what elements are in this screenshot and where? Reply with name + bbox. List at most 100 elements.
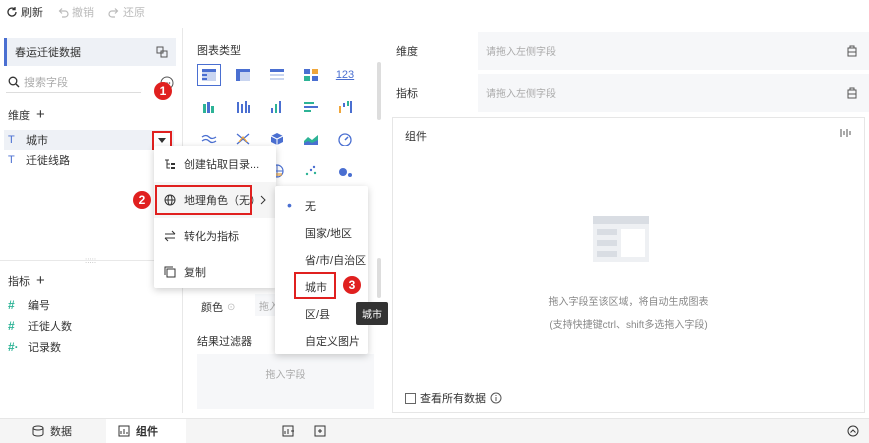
menu-item-label: 创建钻取目录... (184, 159, 260, 171)
detail-table-icon[interactable] (265, 64, 289, 86)
submenu-label: 国家/地区 (305, 227, 353, 240)
number-type-icon: # (8, 319, 15, 333)
metric-placeholder: 请拖入左侧字段 (486, 89, 556, 100)
text-type-icon: T (8, 134, 15, 146)
add-dimension-icon[interactable]: + (36, 106, 45, 123)
area-chart-icon[interactable] (299, 128, 323, 150)
resize-handle[interactable]: ::::: (85, 256, 96, 265)
refresh-button[interactable]: 刷新 (6, 4, 43, 20)
menu-create-drill[interactable]: 创建钻取目录... (154, 146, 276, 182)
kpi-card-icon[interactable] (299, 64, 323, 86)
submenu-district[interactable]: 区/县 (275, 300, 368, 327)
dataset-selector[interactable]: 春运迁徙数据 (4, 38, 176, 66)
table-chart-icon[interactable] (197, 64, 221, 86)
dimension-shelf-label: 维度 (396, 45, 418, 58)
metric-section-label: 指标 (8, 275, 30, 288)
selected-dot-icon: • (287, 197, 292, 213)
chart-component-icon (118, 425, 130, 437)
step-badge-3: 3 (343, 276, 361, 294)
column-settings-icon[interactable] (840, 128, 852, 138)
color-setting: 颜色 ⊙ (201, 299, 235, 315)
filter-drop-zone[interactable]: 拖入字段 (197, 354, 374, 409)
submenu-custom-image[interactable]: 自定义图片 (275, 327, 368, 354)
view-all-label: 查看所有数据 (420, 393, 486, 405)
metric-drop-zone[interactable]: 请拖入左侧字段 (478, 73, 869, 112)
bar-chart-icon[interactable] (299, 96, 323, 118)
search-icon (8, 76, 20, 88)
metric-field[interactable]: #· 记录数 (8, 337, 61, 357)
scatter-chart-icon[interactable] (299, 160, 323, 182)
waterfall-chart-icon[interactable] (333, 96, 357, 118)
tab-component-label: 组件 (136, 426, 158, 438)
empty-hint-shortcut: (支持快捷键ctrl、shift多选拖入字段) (549, 320, 708, 331)
caret-down-icon (158, 137, 166, 144)
number-type-icon: # (8, 298, 15, 312)
chart-type-title: 图表类型 (197, 45, 241, 57)
tab-data[interactable]: 数据 (0, 419, 106, 443)
field-search-row (6, 72, 174, 94)
submenu-province[interactable]: 省/市/自治区 (275, 246, 368, 273)
redo-icon (108, 6, 120, 18)
dimension-placeholder: 请拖入左侧字段 (486, 47, 556, 58)
info-icon[interactable] (490, 392, 502, 404)
dimension-field-city[interactable]: T 城市 (4, 130, 174, 150)
help-icon: ⊙ (227, 301, 236, 313)
switch-dataset-icon[interactable] (156, 46, 168, 58)
dimension-field-route[interactable]: T 迁徙线路 (4, 150, 174, 170)
grouped-bar-icon[interactable] (197, 96, 221, 118)
field-label: 编号 (28, 300, 50, 312)
submenu-country[interactable]: 国家/地区 (275, 219, 368, 246)
refresh-icon (6, 6, 18, 18)
config-scrollbar[interactable] (377, 258, 381, 298)
copy-icon (164, 266, 176, 278)
sort-settings-icon[interactable] (845, 86, 859, 100)
component-label: 组件 (405, 131, 427, 143)
metric-field[interactable]: # 编号 (8, 295, 50, 315)
empty-chart-illustration (593, 216, 649, 265)
metric-field[interactable]: # 迁徙人数 (8, 316, 72, 336)
column-chart-icon[interactable] (265, 96, 289, 118)
bubble-chart-icon[interactable] (333, 160, 357, 182)
submenu-label: 区/县 (305, 308, 331, 321)
field-label: 城市 (26, 135, 48, 147)
dimension-drop-zone[interactable]: 请拖入左侧字段 (478, 31, 869, 70)
step-badge-1: 1 (154, 82, 172, 100)
undo-label: 撤销 (72, 7, 94, 19)
undo-button[interactable]: 撤销 (57, 4, 94, 20)
redo-button[interactable]: 还原 (108, 4, 145, 20)
tab-component[interactable]: 组件 (106, 418, 186, 443)
tab-data-label: 数据 (50, 426, 72, 438)
refresh-label: 刷新 (21, 7, 43, 19)
dimension-shelf: 维度 请拖入左侧字段 (390, 31, 869, 70)
stacked-bar-icon[interactable] (231, 96, 255, 118)
search-input[interactable] (6, 73, 141, 93)
menu-copy[interactable]: 复制 (154, 254, 276, 290)
cross-table-icon[interactable] (231, 64, 255, 86)
color-label: 颜色 (201, 302, 223, 314)
dimension-section-header: 维度 + (8, 106, 45, 123)
drill-tree-icon (164, 158, 176, 170)
collapse-up-icon[interactable] (847, 425, 859, 437)
add-metric-icon[interactable]: + (36, 272, 45, 289)
result-filter-label: 结果过滤器 (197, 336, 252, 348)
chart-type-scrollbar[interactable] (377, 62, 381, 120)
submenu-label: 自定义图片 (305, 335, 360, 348)
add-component-icon[interactable] (282, 425, 294, 437)
convert-arrows-icon (164, 230, 176, 242)
submenu-label: 省/市/自治区 (305, 254, 367, 267)
menu-convert-metric[interactable]: 转化为指标 (154, 218, 276, 254)
bottom-bar: 数据 组件 (0, 418, 869, 443)
database-icon (32, 425, 44, 437)
add-dashboard-icon[interactable] (314, 425, 326, 437)
empty-hint: 拖入字段至该区域，将自动生成图表 (548, 297, 709, 308)
view-all-data-row: 查看所有数据 (405, 390, 502, 406)
toolbar: 刷新 撤销 还原 (0, 0, 869, 24)
config-panel: 维度 请拖入左侧字段 指标 请拖入左侧字段 (390, 31, 869, 112)
view-all-checkbox[interactable] (405, 392, 416, 404)
gauge-chart-icon[interactable] (333, 128, 357, 150)
number-chart-icon[interactable]: 123 (333, 64, 357, 86)
component-canvas: 组件 拖入字段至该区域，将自动生成图表 (支持快捷键ctrl、shift多选拖入… (392, 117, 865, 413)
sort-settings-icon[interactable] (845, 44, 859, 58)
submenu-none[interactable]: • 无 (275, 192, 368, 219)
submenu-label: 无 (305, 200, 316, 213)
